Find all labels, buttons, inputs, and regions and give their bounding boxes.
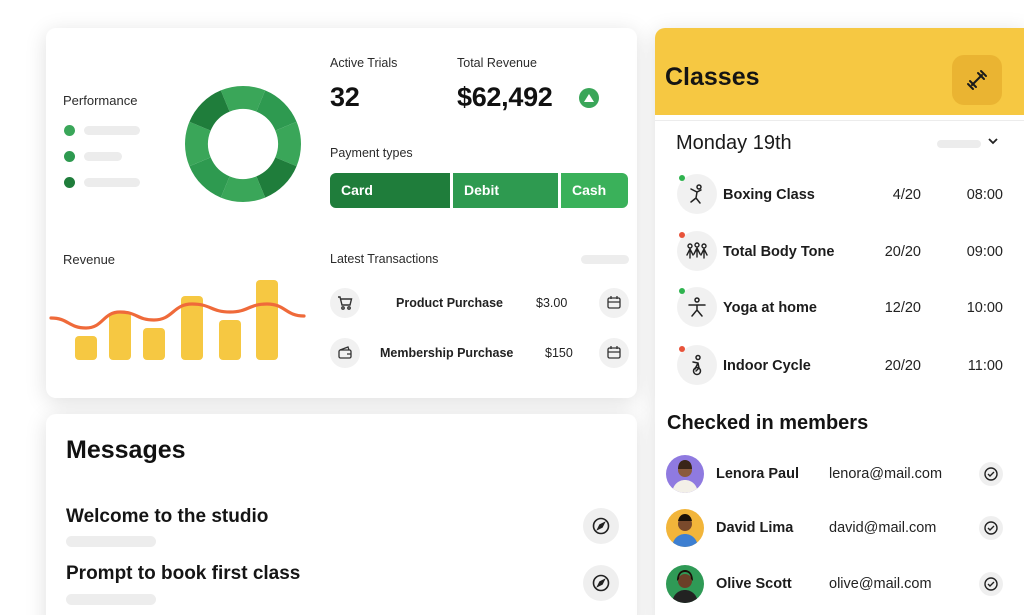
total-revenue-value: $62,492 (457, 82, 553, 112)
revenue-chart (49, 280, 306, 360)
revenue-label: Revenue (63, 252, 116, 267)
shopping-cart-icon (330, 288, 360, 318)
class-capacity: 20/20 (884, 244, 921, 260)
checkmark-icon[interactable] (979, 572, 1003, 596)
receipt-icon[interactable] (599, 288, 629, 318)
legend-dot-1 (64, 125, 75, 136)
chevron-down-icon[interactable] (988, 134, 998, 148)
member-name[interactable]: Olive Scott (716, 576, 792, 592)
class-time: 09:00 (966, 244, 1003, 260)
member-name[interactable]: Lenora Paul (716, 466, 799, 482)
status-dot (679, 288, 685, 294)
class-name[interactable]: Yoga at home (723, 300, 817, 316)
payment-debit-button[interactable]: Debit (453, 173, 558, 208)
latest-transactions-label: Latest Transactions (330, 252, 439, 266)
trend-up-icon (579, 88, 599, 108)
performance-donut-chart (185, 86, 301, 202)
active-trials-label: Active Trials (330, 56, 398, 70)
message-title[interactable]: Welcome to the studio (66, 506, 268, 528)
dashboard-card: Performance Active Trials 32 Total Reven… (46, 28, 637, 398)
classes-title: Classes (665, 63, 760, 91)
classes-header: Classes (655, 28, 1024, 115)
compass-icon[interactable] (583, 565, 619, 601)
compass-icon[interactable] (583, 508, 619, 544)
class-capacity: 12/20 (884, 300, 921, 316)
payment-card-button[interactable]: Card (330, 173, 450, 208)
dumbbell-icon[interactable] (952, 55, 1002, 105)
legend-label-3 (84, 178, 140, 187)
messages-card: Messages Welcome to the studio Prompt to… (46, 414, 637, 615)
message-title[interactable]: Prompt to book first class (66, 563, 300, 585)
member-name[interactable]: David Lima (716, 520, 793, 536)
class-name[interactable]: Indoor Cycle (723, 358, 811, 374)
legend-label-1 (84, 126, 140, 135)
transaction-amount: $150 (545, 346, 573, 360)
transaction-name: Membership Purchase (380, 346, 514, 360)
class-time: 08:00 (966, 187, 1003, 203)
class-name[interactable]: Boxing Class (723, 187, 815, 203)
transactions-filter[interactable] (581, 255, 629, 264)
avatar (666, 509, 704, 547)
member-email: david@mail.com (829, 520, 937, 536)
payment-cash-button[interactable]: Cash (561, 173, 628, 208)
checkmark-icon[interactable] (979, 462, 1003, 486)
revenue-bar (143, 328, 165, 360)
revenue-bar (256, 280, 278, 360)
date-selector[interactable] (937, 140, 981, 148)
class-time: 11:00 (967, 358, 1003, 374)
class-capacity: 20/20 (884, 358, 921, 374)
payment-types-label: Payment types (330, 146, 413, 160)
receipt-icon[interactable] (599, 338, 629, 368)
checkmark-icon[interactable] (979, 516, 1003, 540)
transaction-name: Product Purchase (396, 296, 503, 310)
performance-label: Performance (63, 93, 138, 108)
avatar (666, 455, 704, 493)
divider (655, 120, 1024, 121)
active-trials-value: 32 (330, 82, 360, 112)
messages-title: Messages (66, 436, 186, 464)
revenue-bar (219, 320, 241, 360)
classes-card: Classes Monday 19th Boxing Class 4/20 08… (655, 28, 1024, 615)
legend-label-2 (84, 152, 122, 161)
class-capacity: 4/20 (892, 187, 921, 203)
wallet-icon (330, 338, 360, 368)
revenue-bar (109, 312, 131, 360)
status-dot (679, 346, 685, 352)
class-name[interactable]: Total Body Tone (723, 244, 834, 260)
date-label: Monday 19th (676, 132, 792, 154)
message-preview (66, 536, 156, 547)
member-email: lenora@mail.com (829, 466, 943, 482)
member-email: olive@mail.com (829, 576, 932, 592)
total-revenue-label: Total Revenue (457, 56, 537, 70)
status-dot (679, 175, 685, 181)
revenue-bar (75, 336, 97, 360)
avatar (666, 565, 704, 603)
message-preview (66, 594, 156, 605)
legend-dot-2 (64, 151, 75, 162)
status-dot (679, 232, 685, 238)
checked-in-title: Checked in members (667, 412, 869, 434)
class-time: 10:00 (966, 300, 1003, 316)
legend-dot-3 (64, 177, 75, 188)
transaction-amount: $3.00 (536, 296, 568, 310)
